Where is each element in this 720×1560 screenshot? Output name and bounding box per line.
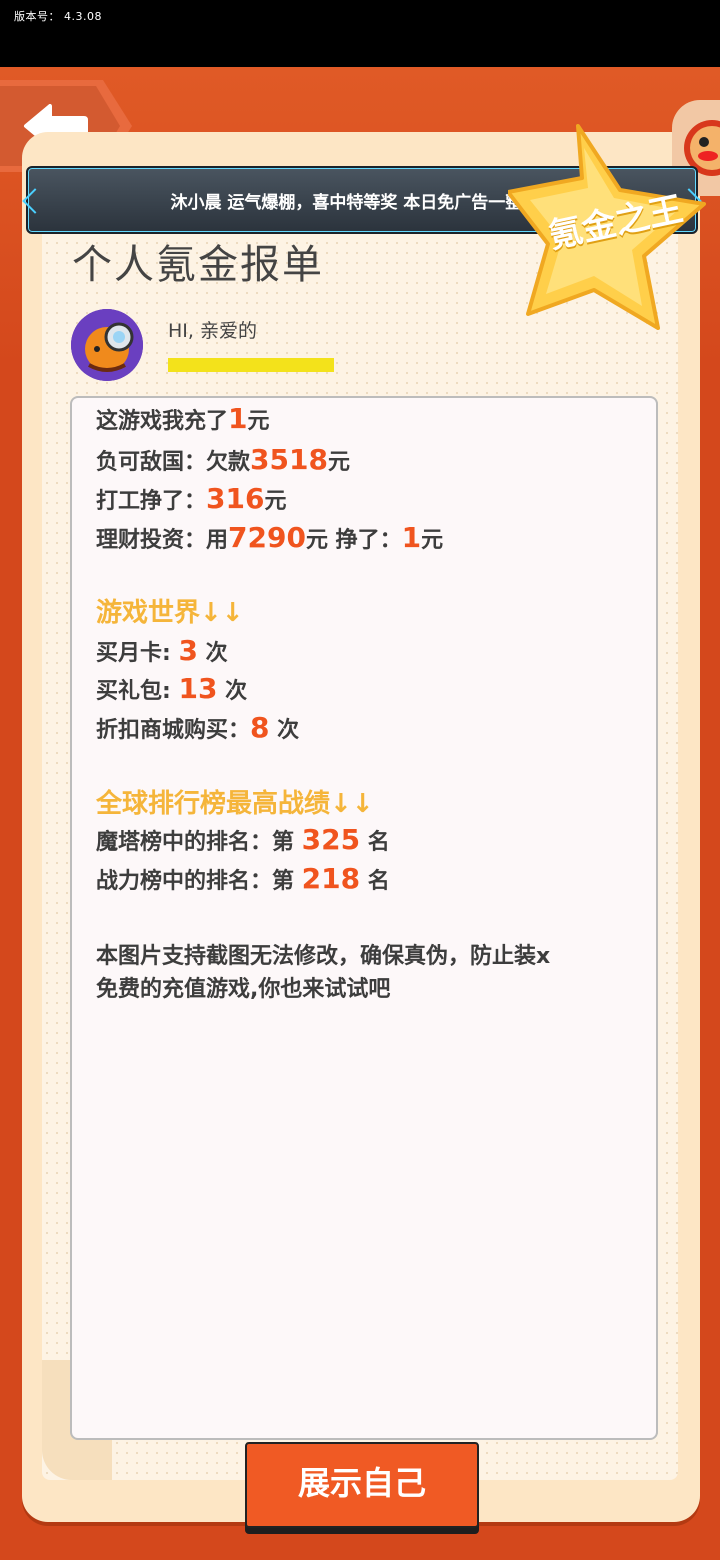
show-yourself-button[interactable]: 展示自己 (245, 1442, 479, 1528)
power-rank-unit: 名 (360, 869, 390, 894)
debt-line: 负可敌国：欠款3518元 (96, 443, 350, 476)
power-rank-label: 战力榜中的排名：第 (96, 869, 302, 894)
power-rank-value: 218 (301, 862, 361, 895)
tower-rank-value: 325 (301, 823, 361, 856)
monthly-card-line: 买月卡: 3 次 (96, 634, 228, 667)
work-line: 打工挣了：316元 (96, 482, 286, 515)
recharge-label: 这游戏我充了 (96, 409, 229, 434)
invest-value: 7290 (228, 521, 306, 554)
monthly-card-unit: 次 (197, 641, 228, 666)
version-number: 4.3.08 (64, 10, 102, 23)
recharge-value: 1 (228, 402, 248, 435)
invest-unit: 元 (421, 528, 444, 553)
discount-unit: 次 (269, 718, 300, 743)
tower-rank-line: 魔塔榜中的排名：第 325 名 (96, 823, 390, 856)
tower-rank-label: 魔塔榜中的排名：第 (96, 830, 302, 855)
ranking-heading: 全球排行榜最高战绩↓↓ (96, 789, 374, 819)
gift-pack-unit: 次 (217, 679, 248, 704)
gift-pack-value: 13 (178, 672, 218, 705)
username-highlight (168, 358, 334, 372)
gift-pack-label: 买礼包: (96, 679, 179, 704)
avatar (71, 309, 143, 381)
game-world-heading: 游戏世界↓↓ (96, 598, 244, 628)
power-rank-line: 战力榜中的排名：第 218 名 (96, 862, 390, 895)
work-unit: 元 (264, 489, 287, 514)
discount-line: 折扣商城购买：8 次 (96, 711, 299, 744)
discount-label: 折扣商城购买： (96, 718, 251, 743)
disclaimer-line-1: 本图片支持截图无法修改，确保真伪，防止装x (96, 944, 551, 969)
page-title: 个人氪金报单 (72, 242, 324, 288)
invest-label: 理财投资：用 (96, 528, 229, 553)
tower-rank-unit: 名 (360, 830, 390, 855)
invest-earned-value: 1 (401, 521, 422, 554)
version-label: 版本号： 4.3.08 (14, 8, 102, 24)
monthly-card-value: 3 (178, 634, 198, 667)
gift-pack-line: 买礼包: 13 次 (96, 672, 247, 705)
recharge-line: 这游戏我充了1元 (96, 402, 270, 435)
version-prefix: 版本号： (14, 10, 60, 23)
disclaimer-line-2: 免费的充值游戏,你也来试试吧 (96, 977, 391, 1002)
debt-label: 负可敌国：欠款 (96, 450, 251, 475)
work-label: 打工挣了： (96, 489, 207, 514)
invest-line: 理财投资：用7290元 挣了：1元 (96, 521, 443, 554)
recharge-unit: 元 (247, 409, 270, 434)
status-bar: 版本号： 4.3.08 (0, 0, 720, 67)
debt-value: 3518 (250, 443, 328, 476)
greeting-text: HI, 亲爱的 (168, 320, 257, 342)
invest-mid-label: 元 挣了： (305, 528, 402, 553)
work-value: 316 (206, 482, 265, 515)
debt-unit: 元 (327, 450, 350, 475)
monthly-card-label: 买月卡: (96, 641, 179, 666)
discount-value: 8 (250, 711, 270, 744)
